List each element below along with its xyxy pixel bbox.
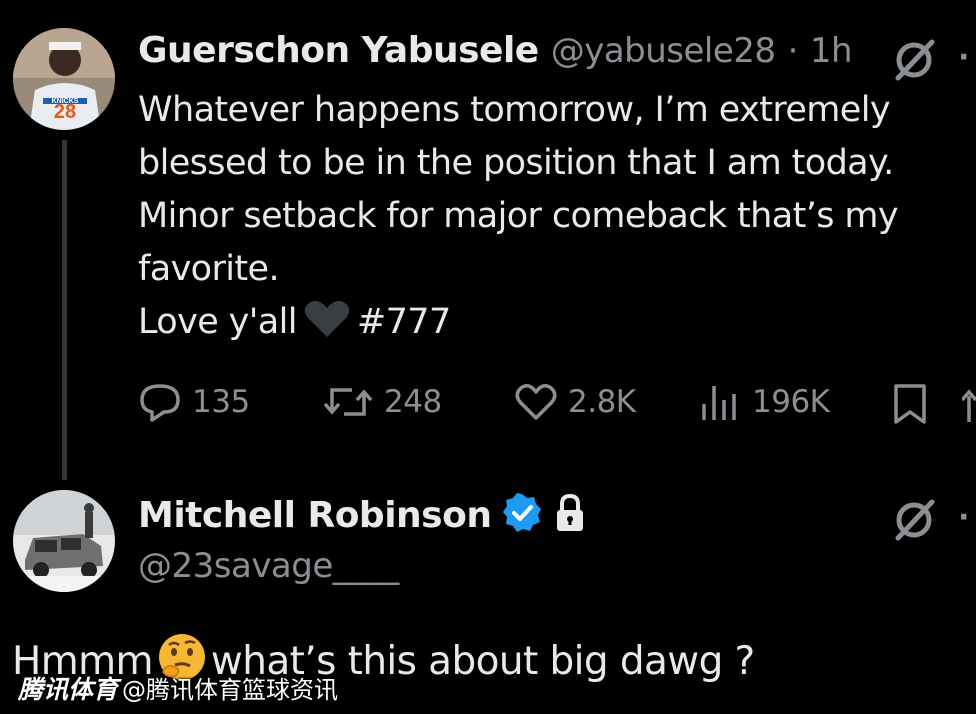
heart-icon: [515, 384, 557, 420]
bookmark-button[interactable]: [890, 382, 930, 426]
love-text: Love y'all: [138, 302, 298, 342]
repost-count: 248: [384, 384, 442, 420]
verified-badge-icon: [501, 492, 543, 538]
grok-icon[interactable]: [890, 34, 940, 84]
author-avatar[interactable]: 28 KNICKS: [13, 28, 115, 130]
views-button[interactable]: 196K: [698, 382, 830, 422]
svg-text:KNICKS: KNICKS: [52, 98, 79, 105]
tweet-text-line: favorite.: [138, 249, 280, 289]
bookmark-icon: [894, 384, 926, 424]
hashtag-link[interactable]: #777: [357, 302, 451, 342]
thread-connector-line: [62, 140, 67, 480]
watermark-account: @腾讯体育篮球资讯: [122, 676, 339, 704]
views-count: 196K: [752, 384, 830, 420]
source-watermark: 腾讯体育 @腾讯体育篮球资讯: [18, 670, 338, 706]
reply-button[interactable]: 135: [138, 382, 250, 422]
watermark-logo: 腾讯体育: [18, 675, 119, 704]
grok-icon[interactable]: [890, 494, 940, 544]
tweet-timestamp[interactable]: 1h: [810, 31, 853, 71]
reply-author-avatar[interactable]: [13, 490, 115, 592]
more-options-icon[interactable]: ·: [958, 500, 969, 535]
repost-button[interactable]: 248: [322, 382, 442, 422]
tweet-text-line: Minor setback for major comeback that’s …: [138, 196, 899, 236]
avatar-image: [13, 490, 115, 592]
author-handle[interactable]: @yabusele28: [551, 31, 776, 71]
tweet-actions-bar: 135 248 2.8K 196K: [138, 382, 976, 428]
reply-author-name[interactable]: Mitchell Robinson: [138, 495, 492, 536]
black-heart-icon: [303, 299, 351, 355]
tweet-text-line: Whatever happens tomorrow, I’m extremely: [138, 90, 891, 130]
author-name[interactable]: Guerschon Yabusele: [138, 30, 539, 71]
more-options-icon[interactable]: ·: [958, 40, 969, 75]
repost-icon: [323, 388, 373, 416]
reply-header: Mitchell Robinson: [138, 492, 587, 538]
reply-count: 135: [192, 384, 250, 420]
protected-lock-icon: [553, 493, 587, 537]
reply-icon: [140, 384, 180, 422]
share-icon[interactable]: [962, 382, 976, 426]
tweet-text-line: Love y'all #777: [138, 296, 948, 355]
reply-author-handle[interactable]: @23savage____: [138, 546, 399, 586]
like-button[interactable]: 2.8K: [514, 382, 636, 422]
like-count: 2.8K: [568, 384, 636, 420]
tweet-header: Guerschon Yabusele @yabusele28 · 1h: [138, 30, 853, 71]
header-separator: ·: [787, 31, 799, 71]
tweet-body: Whatever happens tomorrow, I’m extremely…: [138, 84, 948, 355]
tweet-text-line: blessed to be in the position that I am …: [138, 143, 894, 183]
avatar-image: 28 KNICKS: [13, 28, 115, 130]
analytics-icon: [702, 386, 736, 420]
